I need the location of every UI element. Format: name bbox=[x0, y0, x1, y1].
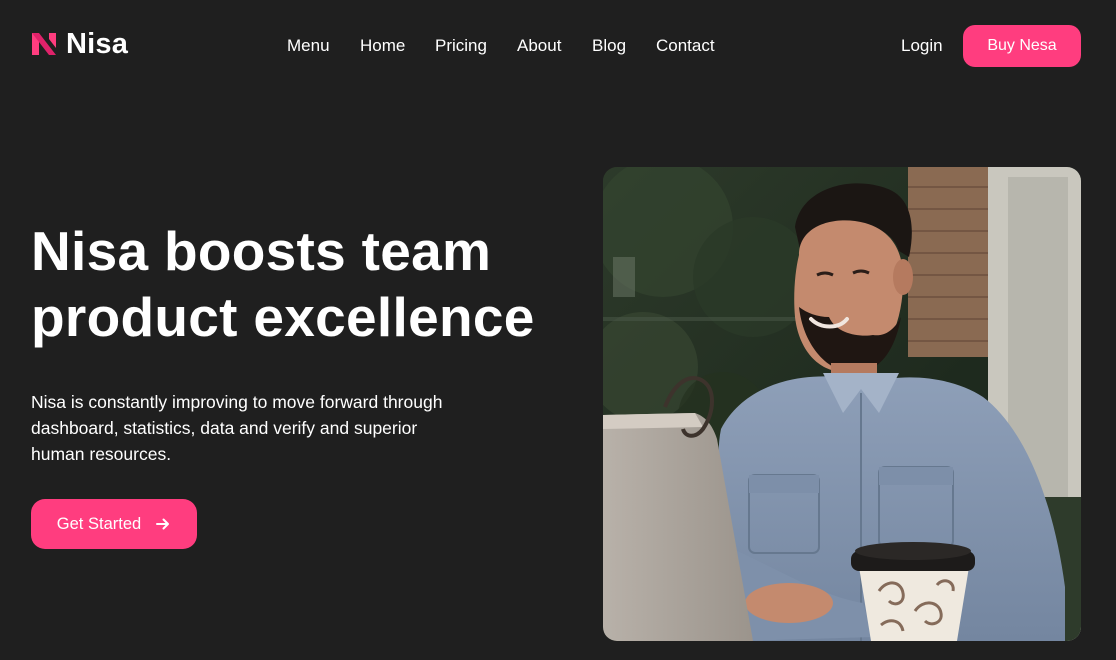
hero-image bbox=[603, 167, 1081, 641]
nav-item-pricing[interactable]: Pricing bbox=[435, 36, 487, 56]
hero-title-line-2: product excellence bbox=[31, 286, 535, 348]
nav-item-blog[interactable]: Blog bbox=[592, 36, 626, 56]
login-link[interactable]: Login bbox=[901, 36, 943, 56]
nav-item-about[interactable]: About bbox=[517, 36, 561, 56]
man-with-laptop-illustration bbox=[603, 167, 1081, 641]
get-started-label: Get Started bbox=[56, 515, 142, 533]
buy-button[interactable]: Buy Nesa bbox=[963, 25, 1081, 67]
brand-name: Nisa bbox=[66, 28, 129, 60]
top-navigation: Nisa Menu Home Pricing About Blog Contac… bbox=[0, 0, 1116, 90]
nav-item-home[interactable]: Home bbox=[360, 36, 405, 56]
hero-title: Nisa boosts team product excellence bbox=[31, 218, 591, 350]
hero-title-line-1: Nisa boosts team bbox=[31, 220, 492, 282]
nav-item-contact[interactable]: Contact bbox=[656, 36, 715, 56]
brand-logo-link[interactable]: Nisa bbox=[30, 27, 128, 61]
n-logo-icon bbox=[32, 33, 56, 55]
nav-item-menu[interactable]: Menu bbox=[287, 36, 330, 56]
get-started-button[interactable]: Get Started bbox=[31, 499, 197, 549]
hero-description: Nisa is constantly improving to move for… bbox=[31, 392, 443, 464]
arrow-right-icon bbox=[156, 518, 170, 530]
